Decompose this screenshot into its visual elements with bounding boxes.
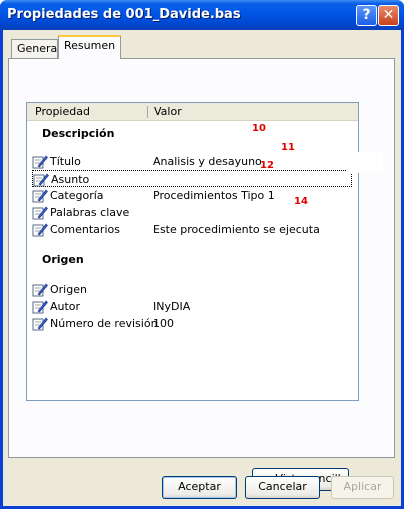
property-grid: Propiedad Valor Descripción Título Anali… <box>26 102 359 401</box>
apply-button[interactable]: Aplicar <box>331 476 394 499</box>
row-origen[interactable]: Origen <box>32 281 352 298</box>
title-bar[interactable]: Propiedades de 001_Davide.bas ? ✕ <box>0 0 404 30</box>
row-value: Analisis y desayuno <box>153 155 262 168</box>
row-label: Palabras clave <box>50 206 130 219</box>
header-value[interactable]: Valor <box>154 105 182 118</box>
grid-header: Propiedad Valor <box>27 103 358 121</box>
tab-panel-resumen: Propiedad Valor Descripción Título Anali… <box>8 58 395 491</box>
help-icon[interactable]: ? <box>356 5 377 26</box>
row-value: Este procedimiento se ejecuta <box>153 223 320 236</box>
edit-property-icon <box>32 317 48 331</box>
header-property[interactable]: Propiedad <box>35 105 90 118</box>
edit-property-icon <box>33 173 49 187</box>
edit-property-icon <box>32 206 48 220</box>
tab-general[interactable]: General <box>11 39 60 58</box>
row-asunto[interactable]: Asunto <box>32 170 352 187</box>
row-value: INyDIA <box>153 300 191 313</box>
window-title: Propiedades de 001_Davide.bas <box>7 7 241 22</box>
row-label: Autor <box>50 300 81 313</box>
row-numero-revision[interactable]: Número de revisión 100 <box>32 315 352 332</box>
section-descripcion: Descripción <box>42 127 115 140</box>
header-divider[interactable] <box>147 106 148 118</box>
row-label: Comentarios <box>50 223 120 236</box>
marker-10: 10 <box>252 123 266 134</box>
row-label: Categoría <box>50 189 104 202</box>
marker-12: 12 <box>260 160 274 171</box>
marker-14: 14 <box>294 196 308 207</box>
accept-button[interactable]: Aceptar <box>162 476 237 499</box>
row-label: Título <box>50 155 81 168</box>
edit-property-icon <box>32 300 48 314</box>
section-origen: Origen <box>42 253 84 266</box>
close-icon[interactable]: ✕ <box>378 5 399 26</box>
row-value: Procedimientos Tipo 1 <box>153 189 275 202</box>
row-titulo[interactable]: Título Analisis y desayuno <box>32 153 352 170</box>
row-label: Origen <box>50 283 87 296</box>
edit-property-icon <box>32 223 48 237</box>
tab-resumen[interactable]: Resumen <box>58 35 121 59</box>
row-autor[interactable]: Autor INyDIA <box>32 298 352 315</box>
properties-dialog: Propiedades de 001_Davide.bas ? ✕ Genera… <box>0 0 404 509</box>
cancel-button[interactable]: Cancelar <box>245 476 320 499</box>
dialog-client: General Resumen Propiedad Valor Descripc… <box>3 30 401 506</box>
row-value: 100 <box>153 317 174 330</box>
edit-property-icon <box>32 155 48 169</box>
marker-11: 11 <box>281 142 295 153</box>
row-comentarios[interactable]: Comentarios Este procedimiento se ejecut… <box>32 221 352 238</box>
edit-property-icon <box>32 189 48 203</box>
row-label: Número de revisión <box>50 317 158 330</box>
overlay-box <box>346 152 383 173</box>
edit-property-icon <box>32 283 48 297</box>
row-label: Asunto <box>51 173 90 186</box>
